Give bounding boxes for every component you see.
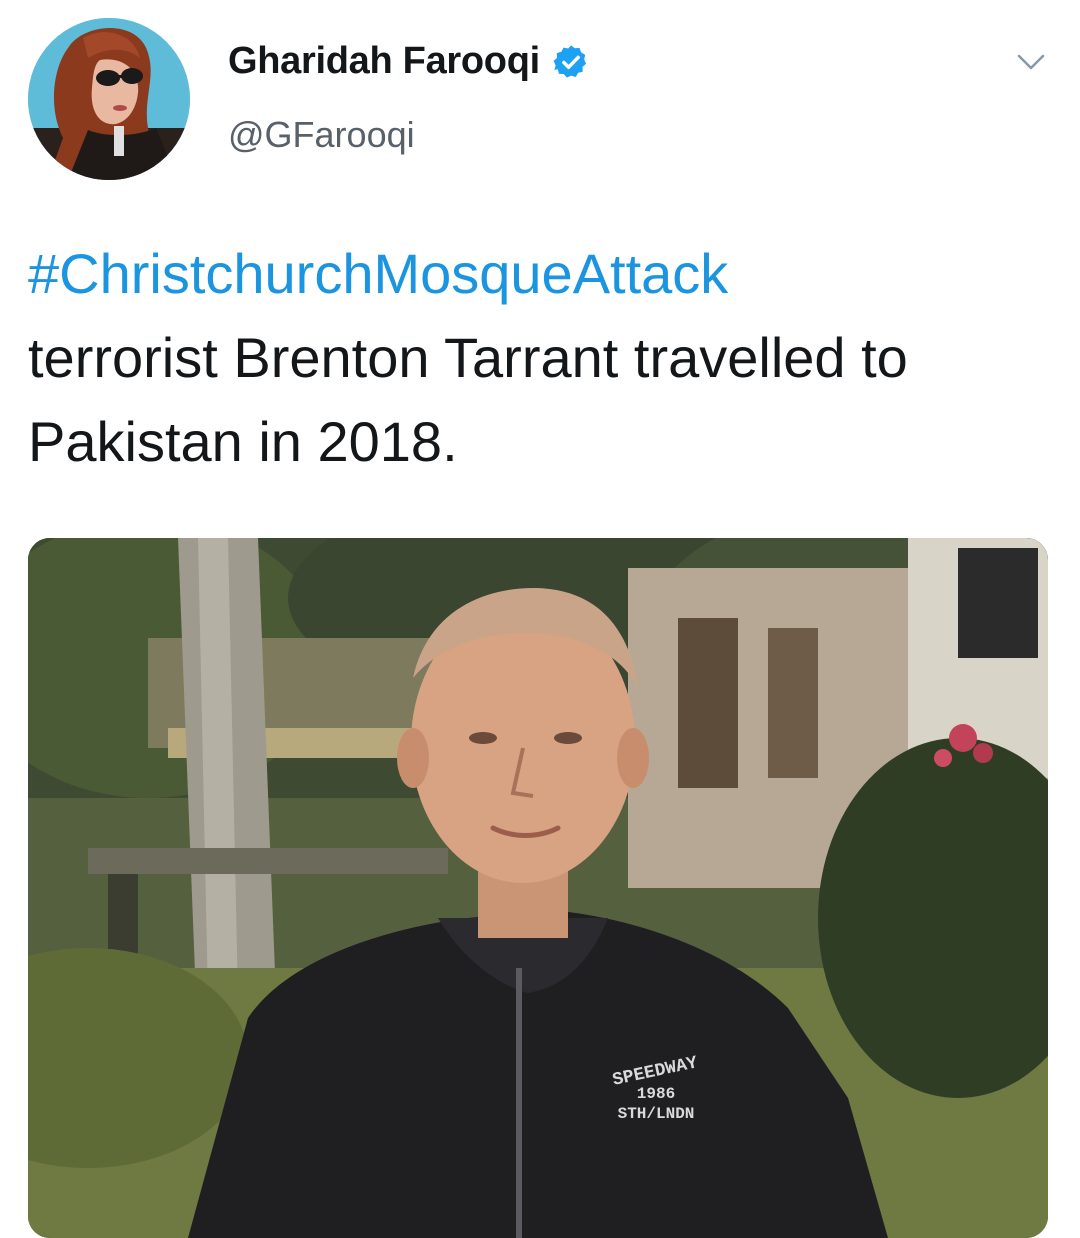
chevron-down-icon[interactable] xyxy=(1016,50,1046,74)
hashtag-link[interactable]: #ChristchurchMosqueAttack xyxy=(28,232,1048,316)
author-name-row[interactable]: Gharidah Farooqi xyxy=(228,40,590,83)
photo-illustration: SPEEDWAY 1986 STH/LNDN xyxy=(28,538,1048,1238)
tweet-text: #ChristchurchMosqueAttack terrorist Bren… xyxy=(28,232,1048,484)
tweet-card: Gharidah Farooqi @GFarooqi #Christchurch… xyxy=(0,0,1080,1238)
shirt-print-line3: STH/LNDN xyxy=(618,1105,695,1123)
avatar[interactable] xyxy=(28,18,190,180)
avatar-image xyxy=(28,18,190,180)
verified-badge-icon xyxy=(552,43,590,81)
shirt-print-line2: 1986 xyxy=(637,1085,675,1103)
author-handle[interactable]: @GFarooqi xyxy=(228,114,415,156)
tweet-body: terrorist Brenton Tarrant travelled to P… xyxy=(28,326,908,473)
display-name[interactable]: Gharidah Farooqi xyxy=(228,40,540,83)
tweet-media-photo[interactable]: SPEEDWAY 1986 STH/LNDN xyxy=(28,538,1048,1238)
